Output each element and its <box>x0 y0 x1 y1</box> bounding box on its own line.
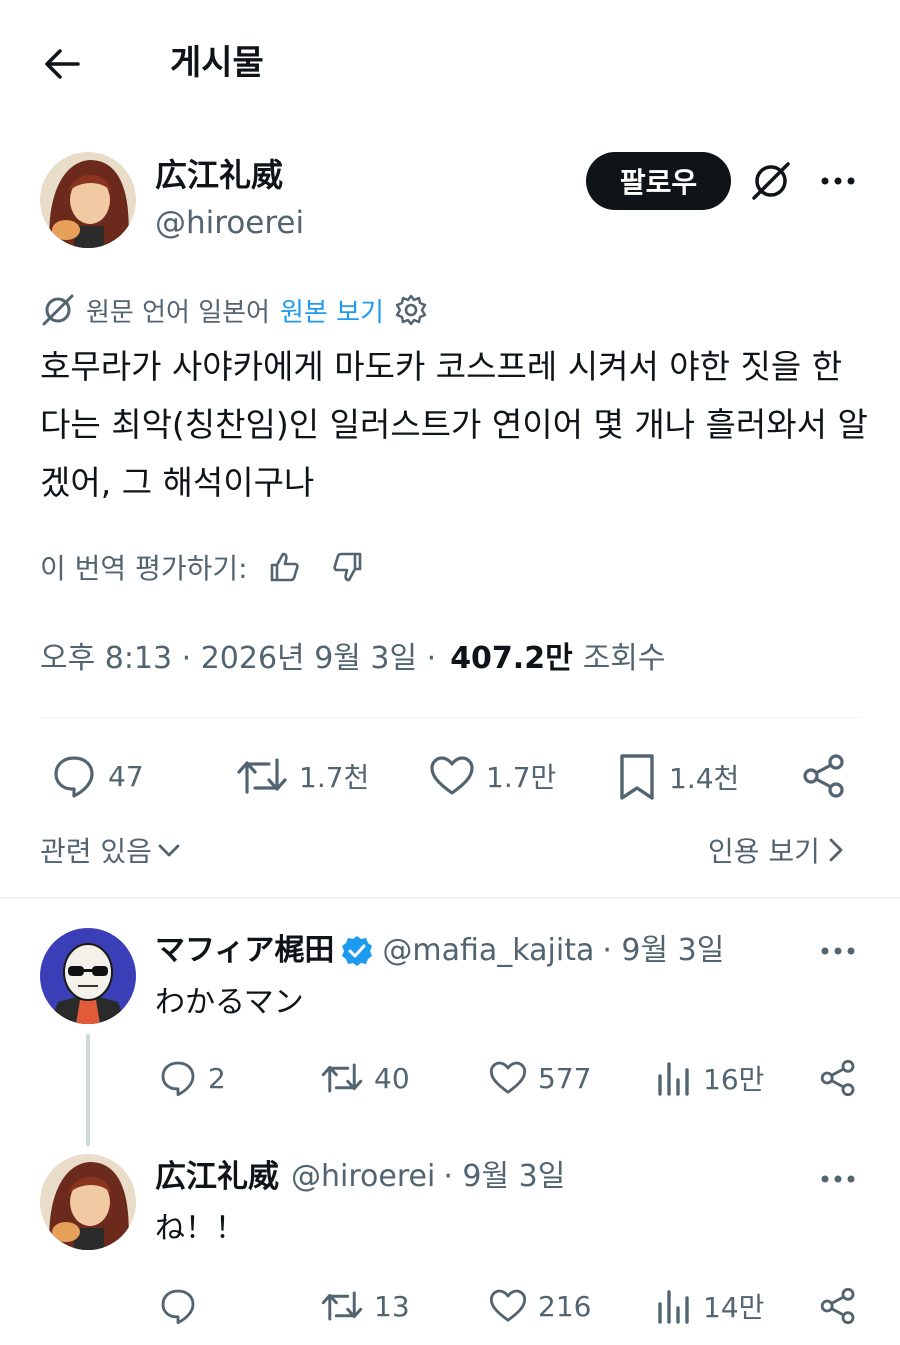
reply-button[interactable]: 2 <box>158 1058 226 1098</box>
more-icon[interactable] <box>818 164 858 198</box>
view-quotes-link[interactable]: 인용 보기 <box>708 830 846 870</box>
heart-icon <box>428 752 476 800</box>
rate-translation-row: 이 번역 평가하기: <box>40 544 366 590</box>
retweet-button[interactable]: 1.7천 <box>235 752 369 800</box>
retweet-count: 1.7천 <box>299 761 370 794</box>
author-avatar[interactable] <box>40 152 136 248</box>
reply-count: 47 <box>108 759 144 793</box>
like-button[interactable]: 1.7만 <box>428 752 556 800</box>
follow-button[interactable]: 팔로우 <box>586 152 731 210</box>
views-icon <box>655 1058 693 1098</box>
like-count: 1.7만 <box>486 761 557 794</box>
bookmark-button[interactable]: 1.4천 <box>615 752 739 802</box>
retweet-count: 40 <box>374 1061 410 1095</box>
reply-date[interactable]: · 9월 3일 <box>602 928 724 974</box>
views-count: 16만 <box>703 1063 765 1096</box>
reply-avatar[interactable] <box>40 928 136 1024</box>
retweet-button[interactable]: 40 <box>320 1058 410 1098</box>
view-original-link[interactable]: 원본 보기 <box>280 292 384 329</box>
share-icon <box>818 1286 858 1326</box>
reply-author-name[interactable]: マフィア梶田 <box>155 928 334 974</box>
share-icon <box>818 1058 858 1098</box>
reply-button[interactable]: 47 <box>50 752 144 800</box>
translation-source-label: 원문 언어 일본어 <box>86 297 270 328</box>
like-count: 577 <box>538 1061 592 1095</box>
reply-author-name[interactable]: 広江礼威 <box>155 1154 279 1200</box>
thumbs-up-icon[interactable] <box>266 549 302 585</box>
reply-header: マフィア梶田 @mafia_kajita · 9월 3일 <box>155 928 724 974</box>
post-timestamp[interactable]: 오후 8:13 · 2026년 9월 3일 · <box>40 633 436 677</box>
retweet-button[interactable]: 13 <box>320 1286 410 1326</box>
thumbs-down-icon[interactable] <box>330 549 366 585</box>
share-button[interactable] <box>800 752 848 800</box>
share-button[interactable] <box>818 1058 858 1098</box>
thread-connector <box>86 1034 90 1146</box>
like-button[interactable]: 216 <box>488 1286 591 1326</box>
author-name[interactable]: 広江礼威 <box>155 152 283 198</box>
views-icon <box>655 1286 693 1326</box>
reply-header: 広江礼威 @hiroerei · 9월 3일 <box>155 1154 565 1200</box>
bookmark-icon <box>615 752 659 802</box>
reply-text: ね！！ <box>155 1211 245 1246</box>
share-button[interactable] <box>818 1286 858 1326</box>
reply-icon <box>50 752 98 800</box>
views-count: 14만 <box>703 1291 765 1324</box>
post-body: 호무라가 사야카에게 마도카 코스프레 시켜서 야한 짓을 한다는 최악(칭찬임… <box>40 347 868 502</box>
heart-icon <box>488 1058 528 1098</box>
gear-icon[interactable] <box>394 293 428 327</box>
reply-text: わかるマン <box>155 985 304 1020</box>
verified-badge-icon <box>340 934 374 968</box>
views-button[interactable]: 16만 <box>655 1058 764 1098</box>
reply-count: 2 <box>208 1061 226 1095</box>
divider <box>0 897 900 899</box>
retweet-icon <box>320 1058 364 1098</box>
related-label: 관련 있음 <box>40 835 152 868</box>
page-title: 게시물 <box>170 43 264 83</box>
back-arrow-icon[interactable] <box>40 42 84 86</box>
reply-date[interactable]: · 9월 3일 <box>443 1154 565 1200</box>
chevron-down-icon <box>156 837 182 863</box>
translate-icon <box>40 292 76 328</box>
related-toggle[interactable]: 관련 있음 <box>40 830 182 870</box>
reply-author-handle[interactable]: @mafia_kajita <box>382 928 594 974</box>
post-meta: 오후 8:13 · 2026년 9월 3일 · 407.2만 조회수 <box>40 632 666 678</box>
divider <box>40 717 860 718</box>
retweet-icon <box>235 752 289 800</box>
grok-icon[interactable] <box>748 158 794 204</box>
reply-author-handle[interactable]: @hiroerei <box>291 1154 435 1200</box>
translation-row: 원문 언어 일본어 원본 보기 <box>40 290 428 330</box>
more-icon[interactable] <box>818 934 858 968</box>
reply-button[interactable] <box>158 1286 208 1326</box>
rate-translation-label: 이 번역 평가하기: <box>40 552 248 585</box>
view-count-label: 조회수 <box>582 641 666 676</box>
view-quotes-label: 인용 보기 <box>708 835 820 868</box>
reply-avatar[interactable] <box>40 1154 136 1250</box>
view-count: 407.2만 <box>450 641 573 676</box>
reply-icon <box>158 1058 198 1098</box>
bookmark-count: 1.4천 <box>669 762 740 795</box>
like-count: 216 <box>538 1289 592 1323</box>
like-button[interactable]: 577 <box>488 1058 591 1098</box>
retweet-count: 13 <box>374 1289 410 1323</box>
views-button[interactable]: 14만 <box>655 1286 764 1326</box>
heart-icon <box>488 1286 528 1326</box>
chevron-right-icon <box>826 836 846 864</box>
reply-icon <box>158 1286 198 1326</box>
share-icon <box>800 752 848 800</box>
more-icon[interactable] <box>818 1162 858 1196</box>
author-handle[interactable]: @hiroerei <box>155 200 304 246</box>
retweet-icon <box>320 1286 364 1326</box>
